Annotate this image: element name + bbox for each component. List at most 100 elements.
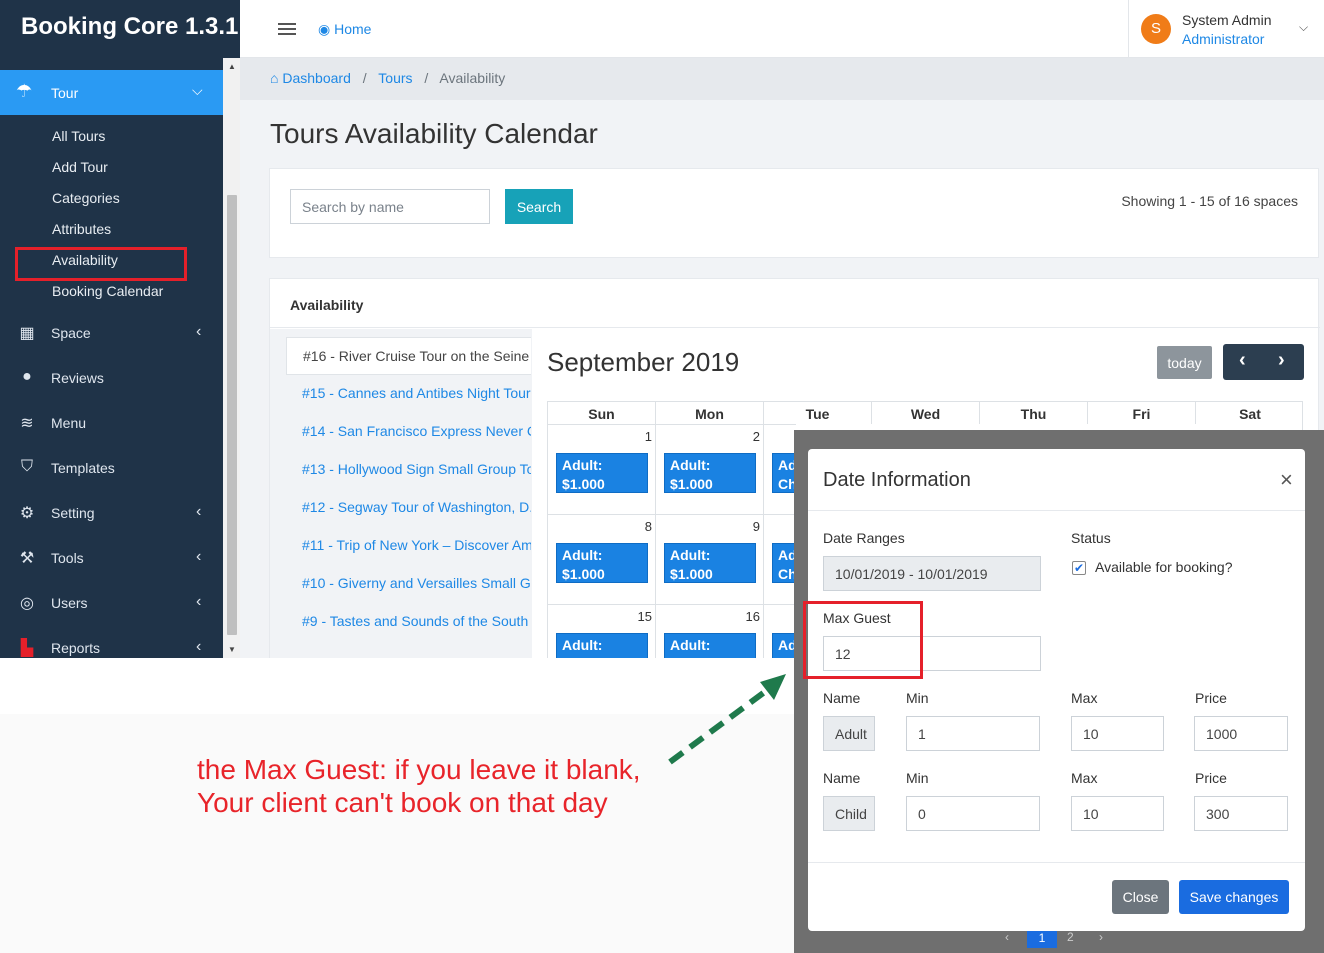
user-menu[interactable]: S System Admin Administrator ⌵ (1128, 0, 1324, 58)
date-ranges-label: Date Ranges (823, 530, 905, 546)
calendar-day-cell[interactable]: 9 Adult: $1.000 Child: $300 (656, 514, 764, 604)
highlight-box (15, 247, 187, 281)
breadcrumb: ⌂ Dashboard / Tours / Availability (270, 70, 506, 86)
comment-icon: ● (22, 368, 32, 385)
top-bar: ◉ Home S System Admin Administrator ⌵ (240, 0, 1324, 58)
calendar-day-cell[interactable]: AdChi (764, 424, 800, 514)
chevron-left-icon[interactable]: ‹ (1239, 349, 1246, 372)
page-prev[interactable]: ‹ (1005, 930, 1009, 944)
day-header-tue: Tue (764, 402, 872, 424)
sidebar-subitem-booking-calendar[interactable]: Booking Calendar (52, 283, 163, 299)
sidebar-item-reviews[interactable]: ● Reviews (0, 356, 223, 401)
available-label: Available for booking? (1095, 559, 1233, 575)
price-label: Price (1195, 690, 1227, 706)
tour-list-item[interactable]: #12 - Segway Tour of Washington, D.C (286, 489, 531, 527)
scroll-down-icon[interactable]: ▼ (228, 645, 236, 654)
page-title: Tours Availability Calendar (270, 118, 598, 149)
users-icon: ◎ (20, 595, 34, 612)
tour-list-item[interactable]: #9 - Tastes and Sounds of the South 2 (286, 603, 531, 641)
tour-list-item[interactable]: #10 - Giverny and Versailles Small Gro (286, 565, 531, 603)
chart-icon: ▙ (20, 640, 34, 657)
scroll-up-icon[interactable]: ▲ (228, 62, 236, 71)
tour-list-item[interactable]: #13 - Hollywood Sign Small Group To (286, 451, 531, 489)
min-input[interactable]: 0 (906, 796, 1040, 831)
sidebar-item-templates[interactable]: ⛉ Templates (0, 446, 223, 491)
sidebar-item-menu[interactable]: ≋ Menu (0, 401, 223, 446)
page-next[interactable]: › (1099, 930, 1103, 944)
sidebar-item-tour[interactable]: ☂ Tour ⌵ (0, 70, 223, 115)
min-label: Min (906, 690, 929, 706)
sidebar-item-setting[interactable]: ⚙ Setting ‹ (0, 491, 223, 536)
min-label: Min (906, 770, 929, 786)
page-2[interactable]: 2 (1067, 930, 1074, 944)
hamburger-menu-icon[interactable] (278, 23, 296, 35)
max-input[interactable]: 10 (1071, 716, 1164, 751)
search-button[interactable]: Search (505, 189, 573, 224)
calendar-day-cell[interactable]: 8 Adult: $1.000 Child: $300 (548, 514, 656, 604)
chevron-left-icon: ‹ (196, 548, 202, 565)
tour-list-item[interactable]: #14 - San Francisco Express Never Ce (286, 413, 531, 451)
user-role: Administrator (1182, 31, 1265, 47)
name-field[interactable]: Adult (823, 716, 875, 751)
available-checkbox[interactable]: ✔ (1072, 561, 1086, 575)
date-information-modal: Date Information × Date Ranges 10/01/201… (808, 449, 1305, 931)
sidebar-item-tools[interactable]: ⚒ Tools ‹ (0, 536, 223, 581)
umbrella-icon: ☂ (16, 81, 33, 101)
close-icon[interactable]: × (1280, 467, 1293, 493)
sidebar-item-reports[interactable]: ▙ Reports ‹ (0, 626, 223, 658)
price-input[interactable]: 300 (1194, 796, 1288, 831)
search-input[interactable]: Search by name (290, 189, 490, 224)
day-header-sat: Sat (1239, 406, 1261, 422)
price-event[interactable]: Adult: $1.000Child: $300 (664, 453, 756, 511)
annotation-arrow-icon (668, 674, 786, 765)
price-event[interactable]: Adult: $1.000Child: $300 (556, 453, 648, 511)
page-1[interactable]: 1 (1027, 928, 1057, 948)
results-count: Showing 1 - 15 of 16 spaces (1121, 193, 1298, 209)
name-label: Name (823, 690, 861, 706)
sidebar: ☂ Tour ⌵ All Tours Add Tour Categories A… (0, 58, 223, 658)
tour-list-item[interactable]: #15 - Cannes and Antibes Night Tour (286, 375, 531, 413)
sidebar-item-space[interactable]: ▦ Space ‹ (0, 311, 223, 356)
chevron-left-icon: ‹ (196, 323, 202, 340)
brand-title: Booking Core 1.3.1 (0, 0, 240, 58)
hammer-icon: ⚒ (19, 550, 35, 567)
sidebar-subitem-categories[interactable]: Categories (52, 190, 120, 206)
today-button[interactable]: today (1157, 346, 1212, 379)
sidebar-subitem-add-tour[interactable]: Add Tour (52, 159, 108, 175)
tour-list-item[interactable]: #16 - River Cruise Tour on the Seine (286, 337, 531, 375)
name-label: Name (823, 770, 861, 786)
chevron-left-icon: ‹ (196, 638, 202, 655)
annotation-text: the Max Guest: if you leave it blank, Yo… (197, 754, 641, 818)
breadcrumb-dashboard[interactable]: Dashboard (282, 70, 351, 86)
breadcrumb-tours[interactable]: Tours (378, 70, 412, 86)
price-input[interactable]: 1000 (1194, 716, 1288, 751)
date-ranges-field[interactable]: 10/01/2019 - 10/01/2019 (823, 556, 1041, 591)
sidebar-subitem-attributes[interactable]: Attributes (52, 221, 111, 237)
availability-heading: Availability (290, 297, 364, 313)
calendar-day-cell[interactable]: 2 Adult: $1.000 Child: $300 (656, 424, 764, 514)
calendar-day-cell[interactable]: AdChi (764, 514, 800, 604)
home-link[interactable]: ◉ Home (318, 21, 371, 38)
day-header-wed: Wed (872, 402, 980, 424)
sidebar-item-users[interactable]: ◎ Users ‹ (0, 581, 223, 626)
max-label: Max (1071, 690, 1098, 706)
filter-card: Search by name Search Showing 1 - 15 of … (269, 168, 1319, 258)
close-button[interactable]: Close (1112, 880, 1169, 914)
max-input[interactable]: 10 (1071, 796, 1164, 831)
calendar-day-cell[interactable]: 1 Adult: $1.000 Child: $300 (548, 424, 656, 514)
price-event[interactable]: Adult: $1.000Child: $300 (664, 543, 756, 601)
name-field[interactable]: Child (823, 796, 875, 831)
divider (808, 862, 1305, 863)
chevron-right-icon[interactable]: › (1278, 349, 1285, 372)
day-header-mon: Mon (656, 402, 764, 424)
price-label: Price (1195, 770, 1227, 786)
save-changes-button[interactable]: Save changes (1179, 880, 1289, 914)
sidebar-subitem-all-tours[interactable]: All Tours (52, 128, 105, 144)
min-input[interactable]: 1 (906, 716, 1040, 751)
scrollbar-thumb[interactable] (227, 195, 237, 635)
tour-list-item[interactable]: #11 - Trip of New York – Discover Am (286, 527, 531, 565)
avatar: S (1141, 14, 1171, 44)
day-header-sun: Sun (548, 402, 656, 424)
breadcrumb-current: Availability (439, 70, 506, 86)
price-event[interactable]: Adult: $1.000Child: $300 (556, 543, 648, 601)
